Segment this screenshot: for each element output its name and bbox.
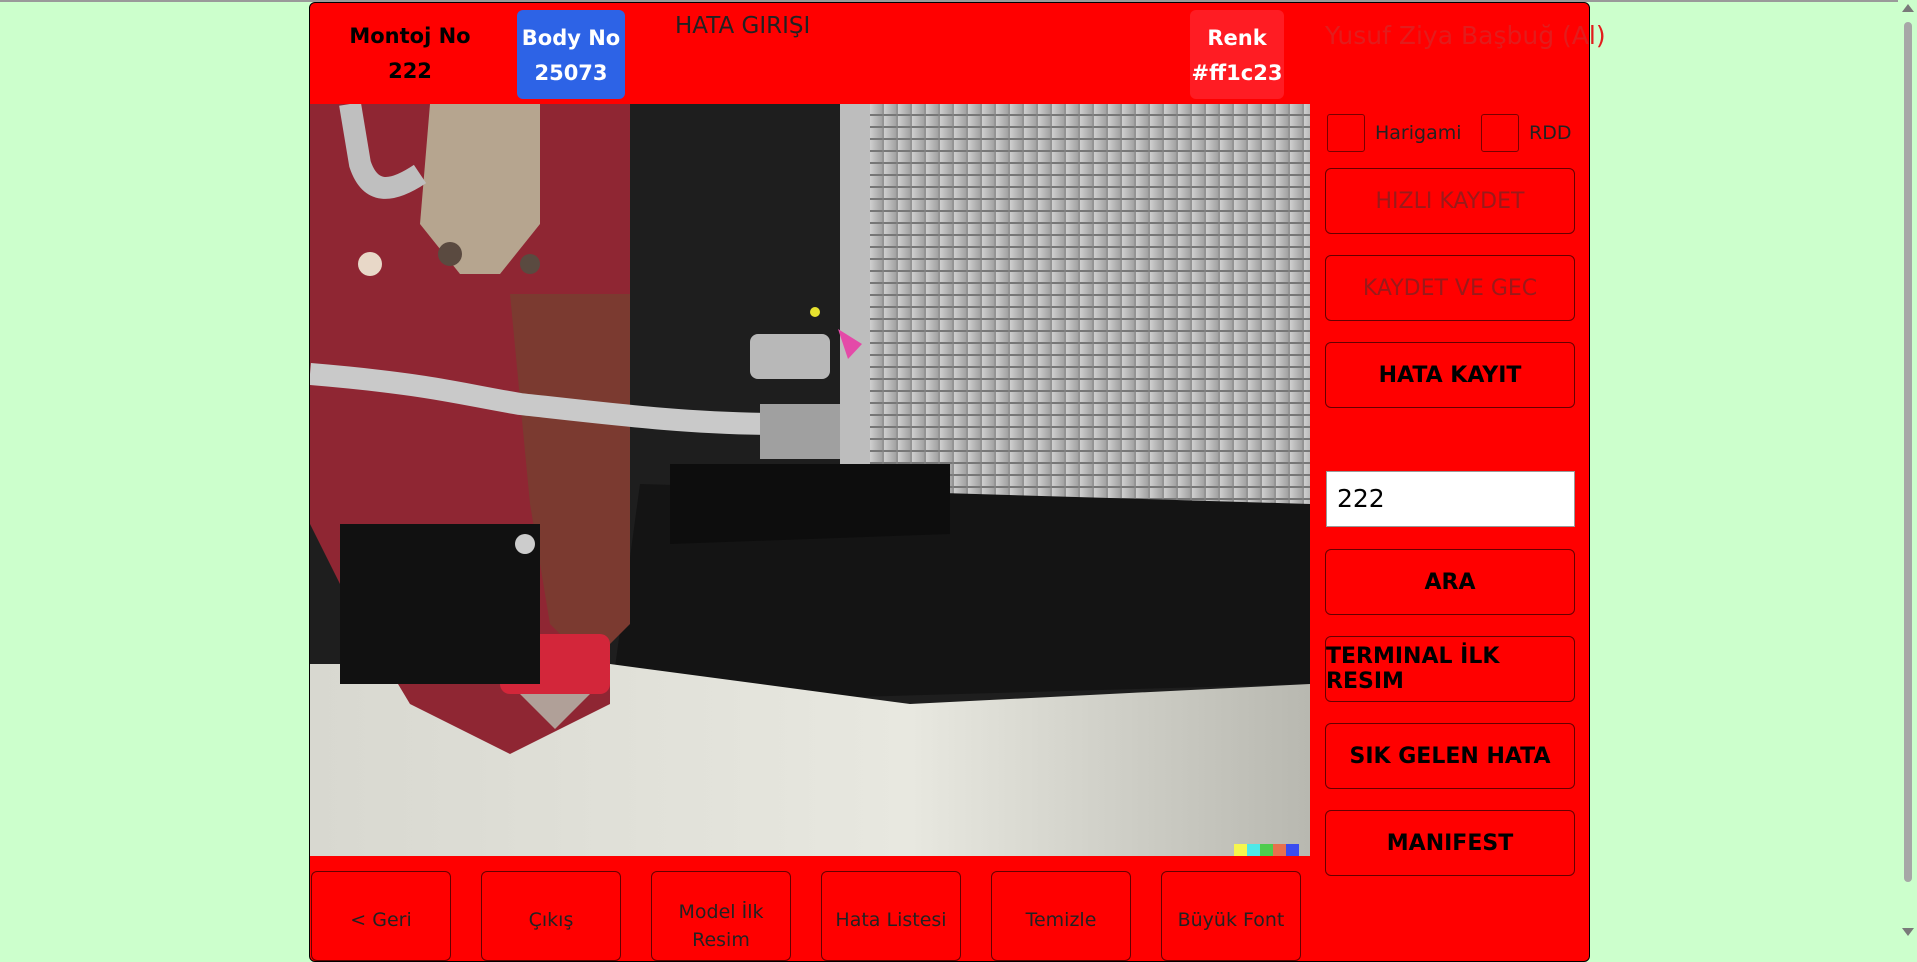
renk-label: Renk (1207, 26, 1267, 50)
hizli-kaydet-button[interactable]: HIZLI KAYDET (1325, 168, 1575, 234)
montaj-no-value: 222 (388, 59, 432, 83)
harigami-checkbox[interactable] (1327, 114, 1365, 152)
search-input[interactable]: 222 (1326, 471, 1575, 527)
terminal-ilk-resim-button[interactable]: TERMINAL İLK RESIM (1325, 636, 1575, 702)
harigami-label: Harigami (1375, 122, 1462, 144)
renk-box: Renk #ff1c23 (1190, 10, 1284, 99)
geri-button[interactable]: < Geri (311, 871, 451, 961)
rdd-checkbox[interactable] (1481, 114, 1519, 152)
kaydet-ve-gec-button[interactable]: KAYDET VE GEC (1325, 255, 1575, 321)
hata-kayit-button[interactable]: HATA KAYIT (1325, 342, 1575, 408)
hata-listesi-button[interactable]: Hata Listesi (821, 871, 961, 961)
renk-value: #ff1c23 (1191, 61, 1283, 85)
scroll-up-icon[interactable] (1902, 4, 1914, 12)
buyuk-font-button[interactable]: Büyük Font (1161, 871, 1301, 961)
rdd-checkbox-row[interactable]: RDD (1481, 112, 1571, 154)
user-name: Yusuf Ziya Başbuğ (Al) (1325, 21, 1606, 50)
model-ilk-resim-button[interactable]: Model İlk Resim (651, 871, 791, 961)
temizle-button[interactable]: Temizle (991, 871, 1131, 961)
montaj-no-label: Montoj No (349, 24, 471, 48)
page-title: HATA GIRIŞI (675, 13, 811, 39)
body-no-box: Body No 25073 (517, 10, 625, 99)
montaj-no-box: Montoj No 222 (340, 19, 480, 89)
cikis-button[interactable]: Çıkış (481, 871, 621, 961)
main-panel: Montoj No 222 Body No 25073 HATA GIRIŞI … (309, 2, 1606, 962)
rdd-label: RDD (1529, 122, 1572, 144)
model-ilk-resim-label-line1: Model İlk (678, 901, 764, 923)
harigami-checkbox-row[interactable]: Harigami (1327, 112, 1462, 154)
vehicle-photo-image (310, 104, 1310, 856)
body-no-label: Body No (521, 26, 621, 50)
manifest-button[interactable]: MANIFEST (1325, 810, 1575, 876)
body-no-value: 25073 (534, 61, 608, 85)
scrollbar-thumb[interactable] (1904, 22, 1912, 882)
vehicle-photo[interactable] (310, 104, 1310, 856)
sik-gelen-hata-button[interactable]: SIK GELEN HATA (1325, 723, 1575, 789)
scroll-down-icon[interactable] (1902, 928, 1914, 936)
ara-button[interactable]: ARA (1325, 549, 1575, 615)
model-ilk-resim-label-line2: Resim (692, 929, 750, 951)
